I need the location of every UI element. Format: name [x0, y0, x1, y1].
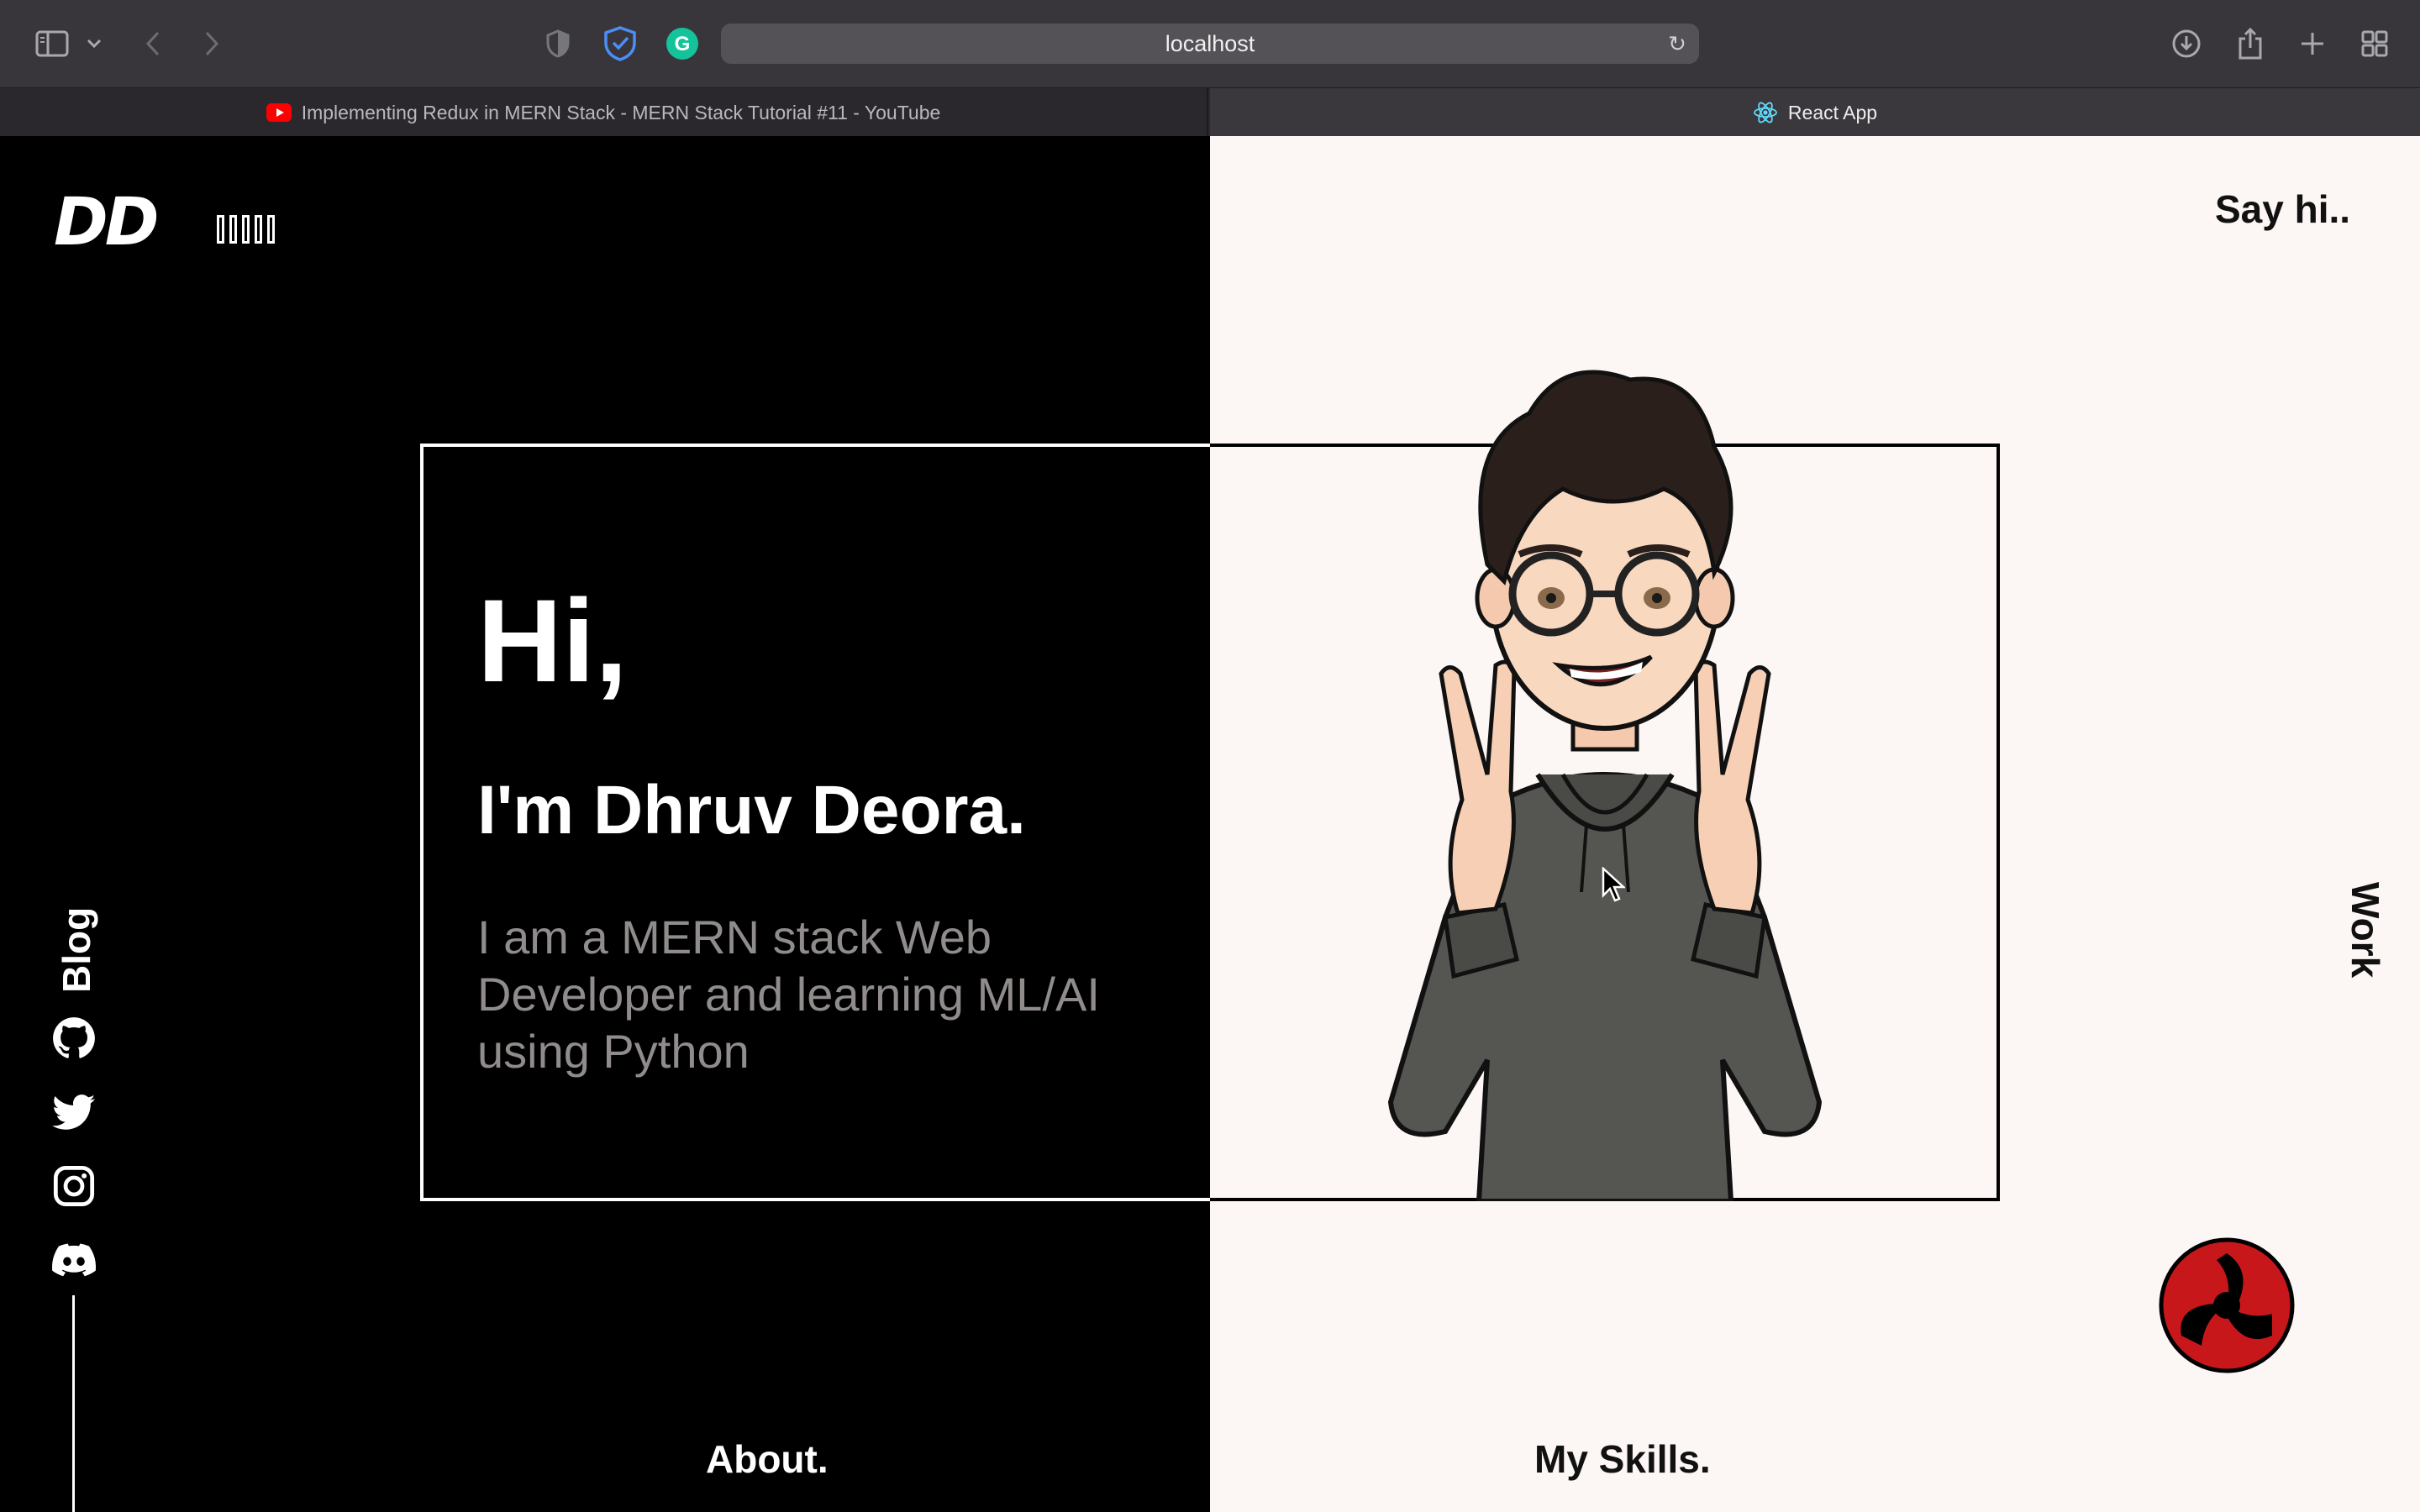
skills-link[interactable]: My Skills.: [1534, 1436, 1711, 1482]
discord-icon[interactable]: [52, 1238, 96, 1282]
tab-react-app[interactable]: React App: [1210, 88, 2420, 137]
downloads-icon[interactable]: [2166, 24, 2207, 64]
missing-glyph-text: [217, 215, 275, 244]
sidebar-toggle-icon[interactable]: [32, 24, 72, 64]
work-link[interactable]: Work: [2343, 882, 2388, 978]
tab-label: React App: [1787, 101, 1878, 123]
bitwarden-extension-icon[interactable]: [600, 24, 640, 64]
forward-icon[interactable]: [192, 24, 232, 64]
share-icon[interactable]: [2230, 24, 2270, 64]
tab-bar: Implementing Redux in MERN Stack - MERN …: [0, 87, 2420, 137]
github-icon[interactable]: [52, 1016, 96, 1060]
instagram-icon[interactable]: [52, 1164, 96, 1208]
hero-name: I'm Dhruv Deora.: [477, 772, 1026, 848]
about-link[interactable]: About.: [706, 1436, 829, 1482]
twitter-icon[interactable]: [52, 1090, 96, 1134]
social-divider-line: [72, 1295, 75, 1512]
blog-link[interactable]: Blog: [54, 907, 104, 993]
avatar-illustration: [1387, 370, 1823, 1201]
mouse-cursor-icon: [1602, 867, 1625, 902]
grammarly-extension-icon[interactable]: G: [662, 24, 702, 64]
chevron-down-icon[interactable]: [77, 24, 111, 64]
tab-label: Implementing Redux in MERN Stack - MERN …: [301, 101, 941, 123]
youtube-favicon-icon: [266, 103, 292, 122]
page: DD Say hi.. Blog Work Hi, I'm Dhruv Deor…: [0, 136, 2420, 1512]
browser-toolbar: G localhost ↻: [0, 0, 2420, 87]
back-icon[interactable]: [133, 24, 173, 64]
hero-description: I am a MERN stack Web Developer and lear…: [477, 911, 1100, 1078]
reload-icon[interactable]: ↻: [1664, 30, 1691, 57]
site-logo[interactable]: DD: [54, 185, 159, 260]
say-hi-link[interactable]: Say hi..: [2215, 186, 2350, 232]
new-tab-icon[interactable]: [2292, 24, 2333, 64]
hero-greeting: Hi,: [477, 575, 628, 706]
url-bar[interactable]: localhost ↻: [721, 24, 1699, 64]
svg-text:G: G: [675, 33, 691, 55]
theme-toggle-icon[interactable]: [2158, 1236, 2296, 1374]
react-favicon-icon: [1754, 102, 1777, 123]
privacy-shield-icon[interactable]: [538, 24, 578, 64]
tab-overview-icon[interactable]: [2354, 24, 2395, 64]
tab-youtube[interactable]: Implementing Redux in MERN Stack - MERN …: [0, 88, 1208, 137]
url-text: localhost: [1165, 30, 1255, 56]
